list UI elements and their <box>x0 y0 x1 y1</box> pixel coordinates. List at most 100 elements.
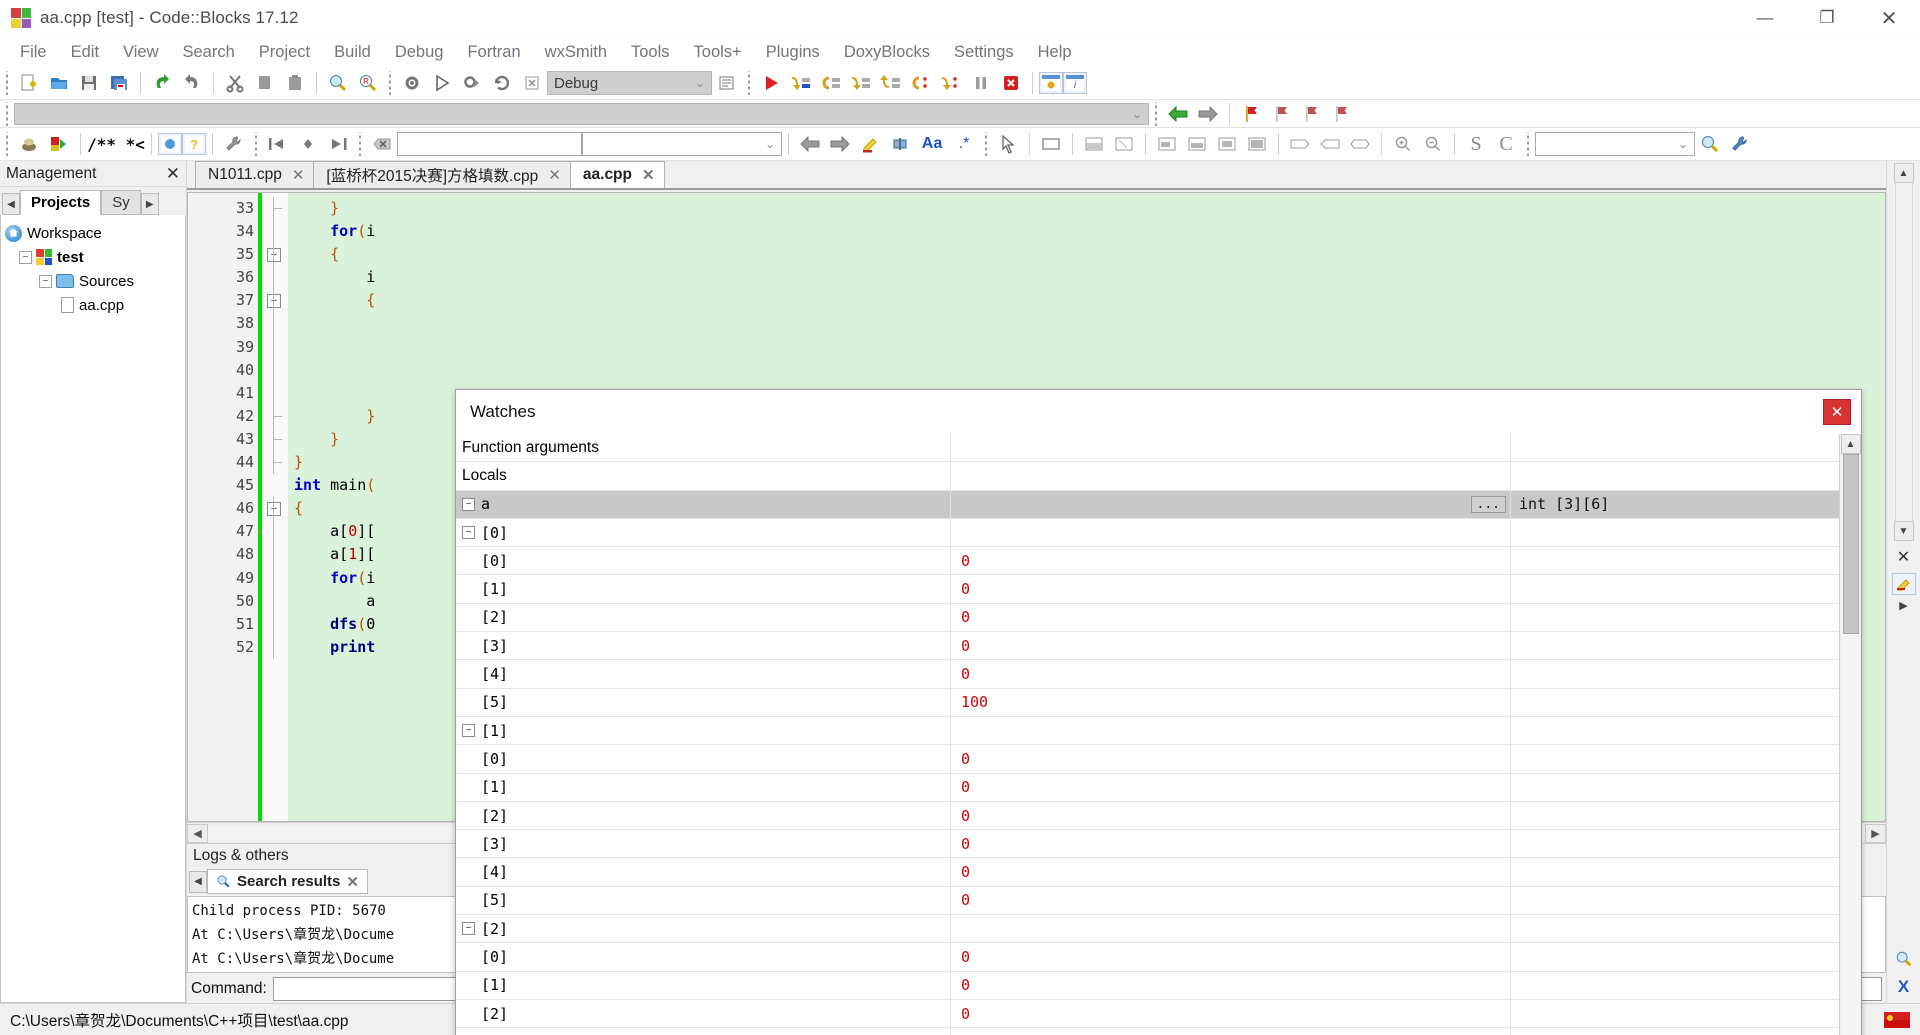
doxyblocks-config-icon[interactable] <box>219 131 249 157</box>
save-file-icon[interactable] <box>74 70 104 96</box>
fold-marker[interactable] <box>262 335 288 359</box>
find-previous-icon[interactable] <box>795 131 825 157</box>
expander-icon[interactable]: − <box>462 922 475 936</box>
fold-marker[interactable] <box>262 358 288 382</box>
watch-value-cell[interactable]: 0 <box>951 886 1511 915</box>
watches-window[interactable]: Watches ✕ Function arguments Locals − a... i… <box>455 389 1862 1035</box>
editor-pencil-icon[interactable] <box>1891 573 1916 595</box>
toolbar-grip-icon[interactable] <box>356 132 364 156</box>
expander-icon[interactable]: − <box>462 526 475 540</box>
new-file-icon[interactable] <box>14 70 44 96</box>
toolbar-grip-icon[interactable] <box>3 101 11 126</box>
toolbar-grip-icon[interactable] <box>3 71 11 95</box>
search-scope-combo[interactable]: ⌄ <box>582 132 782 156</box>
close-icon[interactable]: ✕ <box>292 166 305 184</box>
wxsmith-split-h-icon[interactable] <box>1079 131 1109 157</box>
tree-node-file[interactable]: aa.cpp <box>5 293 181 317</box>
code-completion-combo[interactable]: ⌄ <box>1535 132 1695 156</box>
expander-icon[interactable]: − <box>39 274 52 288</box>
tree-node-sources[interactable]: − Sources <box>5 269 181 293</box>
debugging-windows-icon[interactable] <box>1039 72 1063 94</box>
toolbar-grip-icon[interactable] <box>745 71 753 95</box>
find-next-icon[interactable] <box>825 131 855 157</box>
fold-marker[interactable]: − <box>262 243 288 267</box>
prev-bookmark-icon[interactable] <box>1266 101 1296 127</box>
watch-value-cell[interactable]: 0 <box>951 632 1511 660</box>
fold-marker[interactable] <box>262 612 288 636</box>
close-icon[interactable]: ✕ <box>346 873 359 891</box>
menu-settings[interactable]: Settings <box>942 40 1026 65</box>
watch-row[interactable]: [0] 0 <box>456 943 1839 972</box>
redo-icon[interactable] <box>177 70 207 96</box>
menu-search[interactable]: Search <box>171 40 247 65</box>
scroll-right-icon[interactable]: ▶ <box>1865 823 1886 843</box>
fold-marker[interactable]: − <box>262 497 288 521</box>
fold-marker[interactable] <box>262 197 288 221</box>
watch-row[interactable]: [2] 0 <box>456 801 1839 831</box>
menu-tools-plus[interactable]: Tools+ <box>682 40 754 65</box>
fill-icon[interactable] <box>1242 131 1272 157</box>
run-icon[interactable] <box>427 70 457 96</box>
menu-plugins[interactable]: Plugins <box>754 40 832 65</box>
menu-debug[interactable]: Debug <box>383 40 456 65</box>
scroll-track[interactable] <box>1841 454 1860 1035</box>
goto-prev-function-icon[interactable] <box>263 131 293 157</box>
watch-value-cell[interactable]: 0 <box>951 858 1511 886</box>
watch-value-cell[interactable]: 0 <box>951 773 1511 801</box>
watch-value-cell[interactable]: 0 <box>951 660 1511 688</box>
highlight-occurrences-icon[interactable] <box>855 131 885 157</box>
save-all-icon[interactable] <box>104 70 134 96</box>
match-case-icon[interactable]: Aa <box>915 131 949 157</box>
scroll-up-icon[interactable]: ▲ <box>1840 434 1861 454</box>
doxyblocks-help-icon[interactable]: ? <box>182 133 206 155</box>
fold-marker[interactable] <box>262 381 288 405</box>
wxsmith-c-icon[interactable]: C <box>1491 131 1521 157</box>
abort-build-icon[interactable] <box>517 70 547 96</box>
align-bottom-icon[interactable] <box>1182 131 1212 157</box>
copy-icon[interactable] <box>250 70 280 96</box>
editor-tab-n1011[interactable]: N1011.cpp ✕ <box>195 161 315 188</box>
expand-both-icon[interactable] <box>1345 131 1375 157</box>
toolbar-grip-icon[interactable] <box>1152 101 1160 126</box>
doxyblocks-extract-icon[interactable] <box>158 133 182 155</box>
scroll-down-icon[interactable]: ▼ <box>1893 521 1914 541</box>
cc-settings-icon[interactable] <box>1725 131 1755 157</box>
align-left-icon[interactable] <box>1152 131 1182 157</box>
expand-right-icon[interactable] <box>1285 131 1315 157</box>
watch-value-cell[interactable]: 0 <box>951 943 1511 971</box>
paste-icon[interactable] <box>280 70 310 96</box>
fold-marker[interactable] <box>262 427 288 452</box>
menu-edit[interactable]: Edit <box>59 40 111 65</box>
tab-symbols[interactable]: Sy <box>101 190 141 215</box>
selection-only-icon[interactable] <box>885 131 915 157</box>
menu-view[interactable]: View <box>111 40 170 65</box>
watch-row[interactable]: [2] 0 <box>456 999 1839 1029</box>
build-gear-icon[interactable] <box>397 70 427 96</box>
menu-file[interactable]: File <box>8 40 59 65</box>
menu-fortran[interactable]: Fortran <box>455 40 532 65</box>
fold-marker[interactable] <box>262 312 288 336</box>
watch-row[interactable]: [0] 0 <box>456 547 1839 576</box>
fold-collapse-icon[interactable]: − <box>267 248 281 263</box>
watch-row[interactable]: [5] 100 <box>456 688 1839 717</box>
close-icon[interactable]: ✕ <box>548 166 561 184</box>
replace-icon[interactable]: R <box>353 70 383 96</box>
scroll-up-icon[interactable]: ▲ <box>1893 163 1914 183</box>
tabs-scroll-left-icon[interactable]: ◀ <box>2 193 20 215</box>
scroll-left-icon[interactable]: ◀ <box>187 823 208 843</box>
wxsmith-split-v-icon[interactable] <box>1109 131 1139 157</box>
nav-back-icon[interactable] <box>1163 101 1193 127</box>
watch-value-cell[interactable]: 0 <box>951 603 1511 632</box>
fold-marker[interactable] <box>262 220 288 244</box>
toolbar-grip-icon[interactable] <box>252 132 260 156</box>
fold-marker[interactable]: − <box>262 289 288 313</box>
fold-margin[interactable]: − − − <box>262 193 288 821</box>
doxyblocks-comment-icon[interactable]: /** *< <box>87 131 145 157</box>
menu-wxsmith[interactable]: wxSmith <box>533 40 619 65</box>
doxyblocks-wizard-icon[interactable] <box>44 131 74 157</box>
fold-marker[interactable] <box>262 635 288 659</box>
rebuild-icon[interactable] <box>487 70 517 96</box>
expand-left-icon[interactable] <box>1315 131 1345 157</box>
watch-value-cell[interactable]: 0 <box>951 830 1511 858</box>
watch-value-cell[interactable]: 0 <box>951 745 1511 773</box>
